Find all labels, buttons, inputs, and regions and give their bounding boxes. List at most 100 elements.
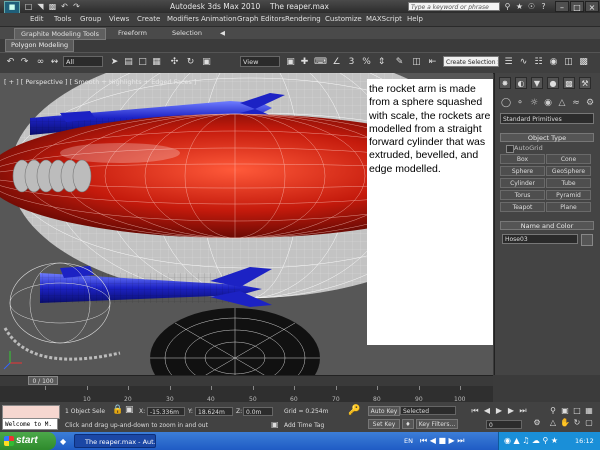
redo-icon[interactable]: ↷ <box>18 56 31 69</box>
play-icon[interactable]: ▶ <box>494 406 504 416</box>
help-icon[interactable]: ? <box>539 2 548 11</box>
auto-key-button[interactable]: Auto Key <box>368 406 400 416</box>
key-filters-button[interactable]: Key Filters... <box>416 419 458 429</box>
time-tag-icon[interactable]: ▣ <box>271 420 279 429</box>
pivot-center-icon[interactable]: ▣ <box>284 56 297 69</box>
select-scale-icon[interactable]: ▣ <box>200 56 213 69</box>
media-controls-icon[interactable]: ⏮ ◀ ■ ▶ ⏭ <box>420 436 464 446</box>
mirror-icon[interactable]: ◫ <box>410 56 423 69</box>
spinner-snap-icon[interactable]: ⇕ <box>375 56 388 69</box>
search-icon[interactable]: ⚲ <box>503 2 512 11</box>
reference-coordinate-dropdown[interactable]: View <box>240 56 280 67</box>
zoom-extents-icon[interactable]: □ <box>572 406 582 416</box>
selection-filter-dropdown[interactable]: All <box>63 56 103 67</box>
taskbar-item-3dsmax[interactable]: The reaper.max - Aut... <box>74 434 156 448</box>
motion-tab-icon[interactable]: ● <box>547 77 559 89</box>
menu-maxscript[interactable]: MAXScript <box>366 15 402 23</box>
tab-freeform[interactable]: Freeform <box>112 28 153 38</box>
tab-selection[interactable]: Selection <box>166 28 208 38</box>
absolute-mode-icon[interactable]: ▣ <box>125 405 134 415</box>
render-setup-icon[interactable]: ◫ <box>562 56 575 69</box>
orbit-icon[interactable]: ↻ <box>572 418 582 428</box>
named-selection-input[interactable]: Create Selection Se <box>443 56 499 67</box>
maxscript-listener-output[interactable]: Welcome to M. <box>2 418 58 430</box>
open-file-icon[interactable]: ◥ <box>36 2 45 11</box>
align-icon[interactable]: ⇤ <box>426 56 439 69</box>
quick-launch-icon[interactable]: ◆ <box>60 437 69 446</box>
curve-editor-icon[interactable]: ∿ <box>517 56 530 69</box>
manipulate-icon[interactable]: ✚ <box>298 56 311 69</box>
redo-icon[interactable]: ↷ <box>72 2 81 11</box>
space-warps-icon[interactable]: ≈ <box>570 97 582 109</box>
select-object-icon[interactable]: ➤ <box>108 56 121 69</box>
select-rotate-icon[interactable]: ↻ <box>184 56 197 69</box>
system-clock[interactable]: 16:12 <box>575 437 594 445</box>
geosphere-button[interactable]: GeoSphere <box>546 166 591 176</box>
window-crossing-icon[interactable]: ▦ <box>150 56 163 69</box>
x-coordinate-field[interactable]: -15.336m <box>147 407 185 416</box>
close-button[interactable]: × <box>585 1 599 12</box>
time-config-icon[interactable]: ⚙ <box>532 418 542 428</box>
create-tab-icon[interactable]: ✸ <box>499 77 511 89</box>
hierarchy-tab-icon[interactable]: ▼ <box>531 77 543 89</box>
ribbon-polygon-modeling[interactable]: Polygon Modeling <box>5 39 75 52</box>
select-move-icon[interactable]: ✣ <box>168 56 181 69</box>
layer-manager-icon[interactable]: ☰ <box>502 56 515 69</box>
primitive-type-dropdown[interactable]: Standard Primitives <box>500 113 594 124</box>
box-button[interactable]: Box <box>500 154 545 164</box>
cameras-icon[interactable]: ◉ <box>542 97 554 109</box>
search-input[interactable]: Type a keyword or phrase <box>408 2 500 11</box>
key-icon[interactable]: 🔑 <box>348 405 360 416</box>
object-type-rollout[interactable]: Object Type <box>500 133 594 142</box>
menu-customize[interactable]: Customize <box>325 15 362 23</box>
schematic-view-icon[interactable]: ☷ <box>532 56 545 69</box>
menu-graph-editors[interactable]: Graph Editors <box>237 15 285 23</box>
z-coordinate-field[interactable]: 0.0m <box>243 407 273 416</box>
menu-views[interactable]: Views <box>109 15 129 23</box>
shapes-icon[interactable]: ⚬ <box>514 97 526 109</box>
plane-button[interactable]: Plane <box>546 202 591 212</box>
pyramid-button[interactable]: Pyramid <box>546 190 591 200</box>
go-to-end-icon[interactable]: ⏭ <box>518 406 528 416</box>
helpers-icon[interactable]: △ <box>556 97 568 109</box>
lights-icon[interactable]: ☼ <box>528 97 540 109</box>
menu-rendering[interactable]: Rendering <box>285 15 321 23</box>
add-time-tag[interactable]: Add Time Tag <box>284 422 324 429</box>
current-frame-field[interactable]: 0 <box>486 420 522 429</box>
object-color-swatch[interactable] <box>581 234 593 246</box>
unlink-icon[interactable]: ↭ <box>48 56 61 69</box>
edit-named-selection-icon[interactable]: ✎ <box>393 56 406 69</box>
material-editor-icon[interactable]: ◉ <box>547 56 560 69</box>
save-icon[interactable]: ▩ <box>48 2 57 11</box>
undo-icon[interactable]: ↶ <box>60 2 69 11</box>
sphere-button[interactable]: Sphere <box>500 166 545 176</box>
tube-button[interactable]: Tube <box>546 178 591 188</box>
systems-icon[interactable]: ⚙ <box>584 97 596 109</box>
ribbon-toggle-icon[interactable]: ◀ <box>220 28 225 38</box>
viewport-label[interactable]: [ + ] [ Perspective ] [ Smooth + Highlig… <box>4 78 196 86</box>
percent-snap-icon[interactable]: % <box>360 56 373 69</box>
maxscript-mini-listener[interactable] <box>2 405 60 419</box>
previous-frame-icon[interactable]: ◀ <box>482 406 492 416</box>
undo-icon[interactable]: ↶ <box>4 56 17 69</box>
torus-button[interactable]: Torus <box>500 190 545 200</box>
menu-animation[interactable]: Animation <box>201 15 237 23</box>
maximize-button[interactable]: □ <box>570 1 584 12</box>
menu-help[interactable]: Help <box>407 15 423 23</box>
tray-icons[interactable]: ◉ ▲ ♫ ☁ ⚲ ★ <box>504 436 558 445</box>
set-key-button[interactable]: Set Key <box>368 419 400 429</box>
field-of-view-icon[interactable]: △ <box>548 418 558 428</box>
menu-create[interactable]: Create <box>137 15 160 23</box>
modify-tab-icon[interactable]: ◐ <box>515 77 527 89</box>
key-mode-dropdown[interactable]: Selected <box>400 406 456 415</box>
pan-view-icon[interactable]: ✋ <box>560 418 570 428</box>
display-tab-icon[interactable]: ▩ <box>563 77 575 89</box>
zoom-icon[interactable]: ⚲ <box>548 406 558 416</box>
subscription-icon[interactable]: ★ <box>515 2 524 11</box>
set-key-icon[interactable]: ♦ <box>402 419 414 429</box>
lock-selection-icon[interactable]: 🔒 <box>112 405 123 415</box>
y-coordinate-field[interactable]: 18.624m <box>195 407 233 416</box>
language-indicator[interactable]: EN <box>404 437 413 445</box>
keyboard-shortcut-icon[interactable]: ⌨ <box>314 56 327 69</box>
autogrid-checkbox[interactable] <box>506 145 514 153</box>
